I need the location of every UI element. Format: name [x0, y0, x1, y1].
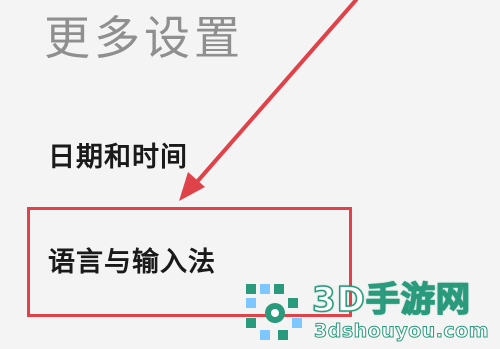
settings-page: 更多设置 日期和时间 语言与输入法 3D手游网 3dshouyou.com: [0, 0, 500, 349]
watermark-domain: 3dshouyou.com: [313, 320, 490, 343]
watermark: 3D手游网 3dshouyou.com: [238, 268, 500, 349]
watermark-logo-icon: [246, 284, 302, 340]
setting-item-language-input[interactable]: 语言与输入法: [48, 240, 216, 279]
setting-item-date-time[interactable]: 日期和时间: [48, 135, 188, 174]
watermark-title: 3D手游网: [311, 279, 471, 321]
